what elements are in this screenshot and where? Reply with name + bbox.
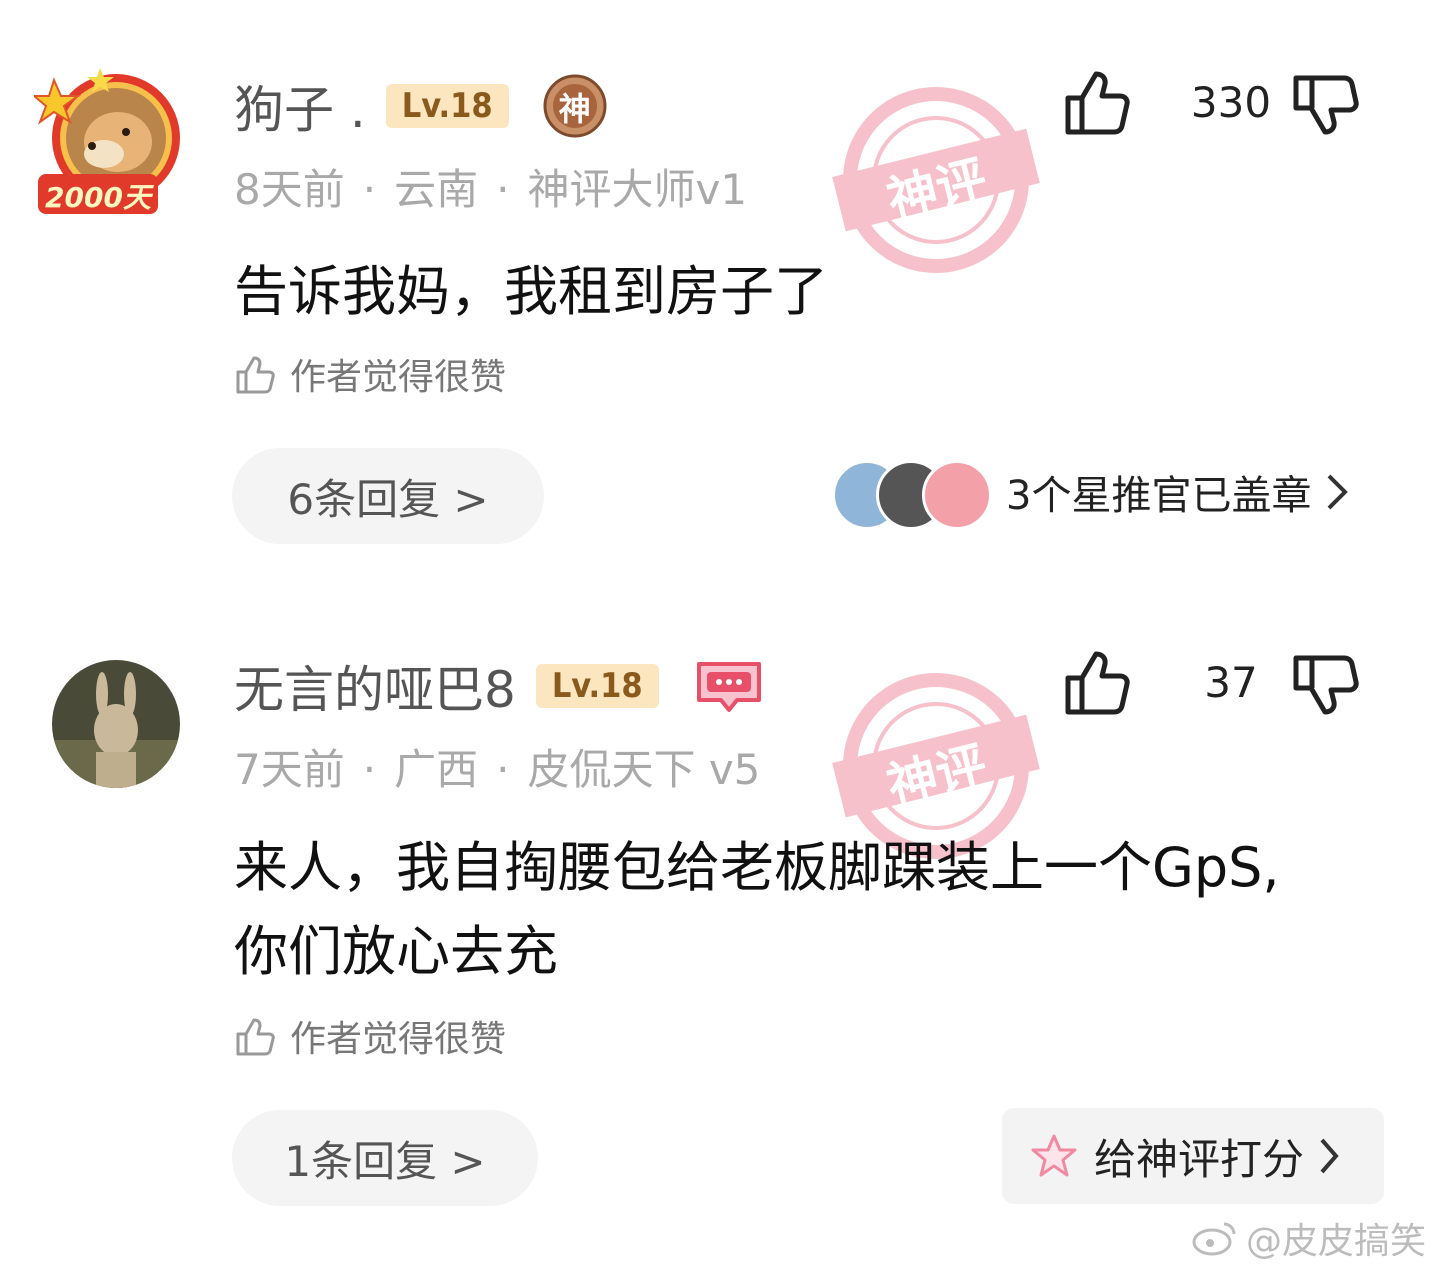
- user-avatar[interactable]: [52, 660, 180, 788]
- username[interactable]: 无言的哑巴8: [234, 650, 516, 722]
- comment-content[interactable]: 来人，我自掏腰包给老板脚踝装上一个GpS, 你们放心去充: [234, 826, 1404, 994]
- level-badge: Lv.18: [385, 84, 509, 128]
- comment-content-line: 来人，我自掏腰包给老板脚踝装上一个GpS,: [234, 836, 1280, 899]
- star-pusher-avatars: [832, 456, 992, 530]
- avatar: [922, 460, 992, 530]
- separator-dot: ·: [496, 745, 510, 794]
- comment-content-line: 你们放心去充: [234, 920, 558, 983]
- author-liked-tag: 作者觉得很赞: [234, 348, 506, 400]
- chevron-right-icon: [1328, 474, 1349, 510]
- thumbs-down-icon[interactable]: [1290, 72, 1362, 144]
- thumbs-up-outline-icon: [236, 1018, 275, 1056]
- comment-region: 云南: [394, 165, 479, 214]
- user-info-row: 无言的哑巴8 Lv.18: [234, 654, 765, 719]
- like-group: 37: [1060, 646, 1370, 726]
- comment-content[interactable]: 告诉我妈，我租到房子了: [234, 250, 1404, 334]
- comment-meta: 8天前 · 云南 · 神评大师v1: [234, 156, 747, 217]
- thumbs-down-icon[interactable]: [1290, 652, 1362, 724]
- thumbs-up-outline-icon: [236, 356, 275, 394]
- username[interactable]: 狗子 .: [234, 70, 366, 142]
- god-comment-badge-icon: 神: [543, 74, 607, 138]
- level-badge: Lv.18: [535, 664, 659, 708]
- watermark-text: @皮皮搞笑: [1245, 1221, 1426, 1262]
- thumbs-up-icon[interactable]: [1060, 646, 1132, 718]
- star-pushers[interactable]: 3个星推官已盖章: [832, 456, 1349, 530]
- user-title: 神评大师v1: [527, 165, 748, 214]
- view-replies-button[interactable]: 1条回复 >: [232, 1110, 538, 1206]
- thumbs-up-icon[interactable]: [1060, 66, 1132, 138]
- author-liked-tag: 作者觉得很赞: [234, 1010, 506, 1062]
- watermark: @皮皮搞笑: [1190, 1212, 1426, 1264]
- rate-god-comment-button[interactable]: 给神评打分: [1001, 1108, 1384, 1204]
- author-liked-label: 作者觉得很赞: [290, 357, 507, 398]
- separator-dot: ·: [362, 165, 377, 214]
- like-group: 330: [1060, 66, 1370, 146]
- comment-time: 8天前: [234, 165, 345, 214]
- comment-meta: 7天前 · 广西 · 皮侃天下 v5: [234, 736, 760, 797]
- god-comment-badge-text: 神: [558, 90, 591, 128]
- user-info-row: 狗子 . Lv.18 神: [234, 74, 607, 139]
- chat-bubble-badge-icon: [693, 654, 765, 718]
- user-avatar-with-anniversary-frame[interactable]: 2000天: [31, 62, 194, 222]
- comment-region: 广西: [394, 745, 479, 794]
- user-title: 皮侃天下 v5: [527, 745, 761, 794]
- view-replies-button[interactable]: 6条回复 >: [232, 448, 544, 544]
- author-liked-label: 作者觉得很赞: [290, 1019, 507, 1060]
- rate-button-label: 给神评打分: [1093, 1134, 1304, 1184]
- chevron-right-icon: [1320, 1138, 1339, 1174]
- star-pushers-label: 3个星推官已盖章: [1006, 473, 1312, 519]
- star-icon: [1031, 1134, 1077, 1177]
- weibo-logo-icon: [1192, 1222, 1236, 1256]
- separator-dot: ·: [496, 165, 510, 214]
- separator-dot: ·: [362, 745, 377, 794]
- anniversary-badge-label: 2000天: [45, 181, 151, 214]
- comment-time: 7天前: [234, 745, 345, 794]
